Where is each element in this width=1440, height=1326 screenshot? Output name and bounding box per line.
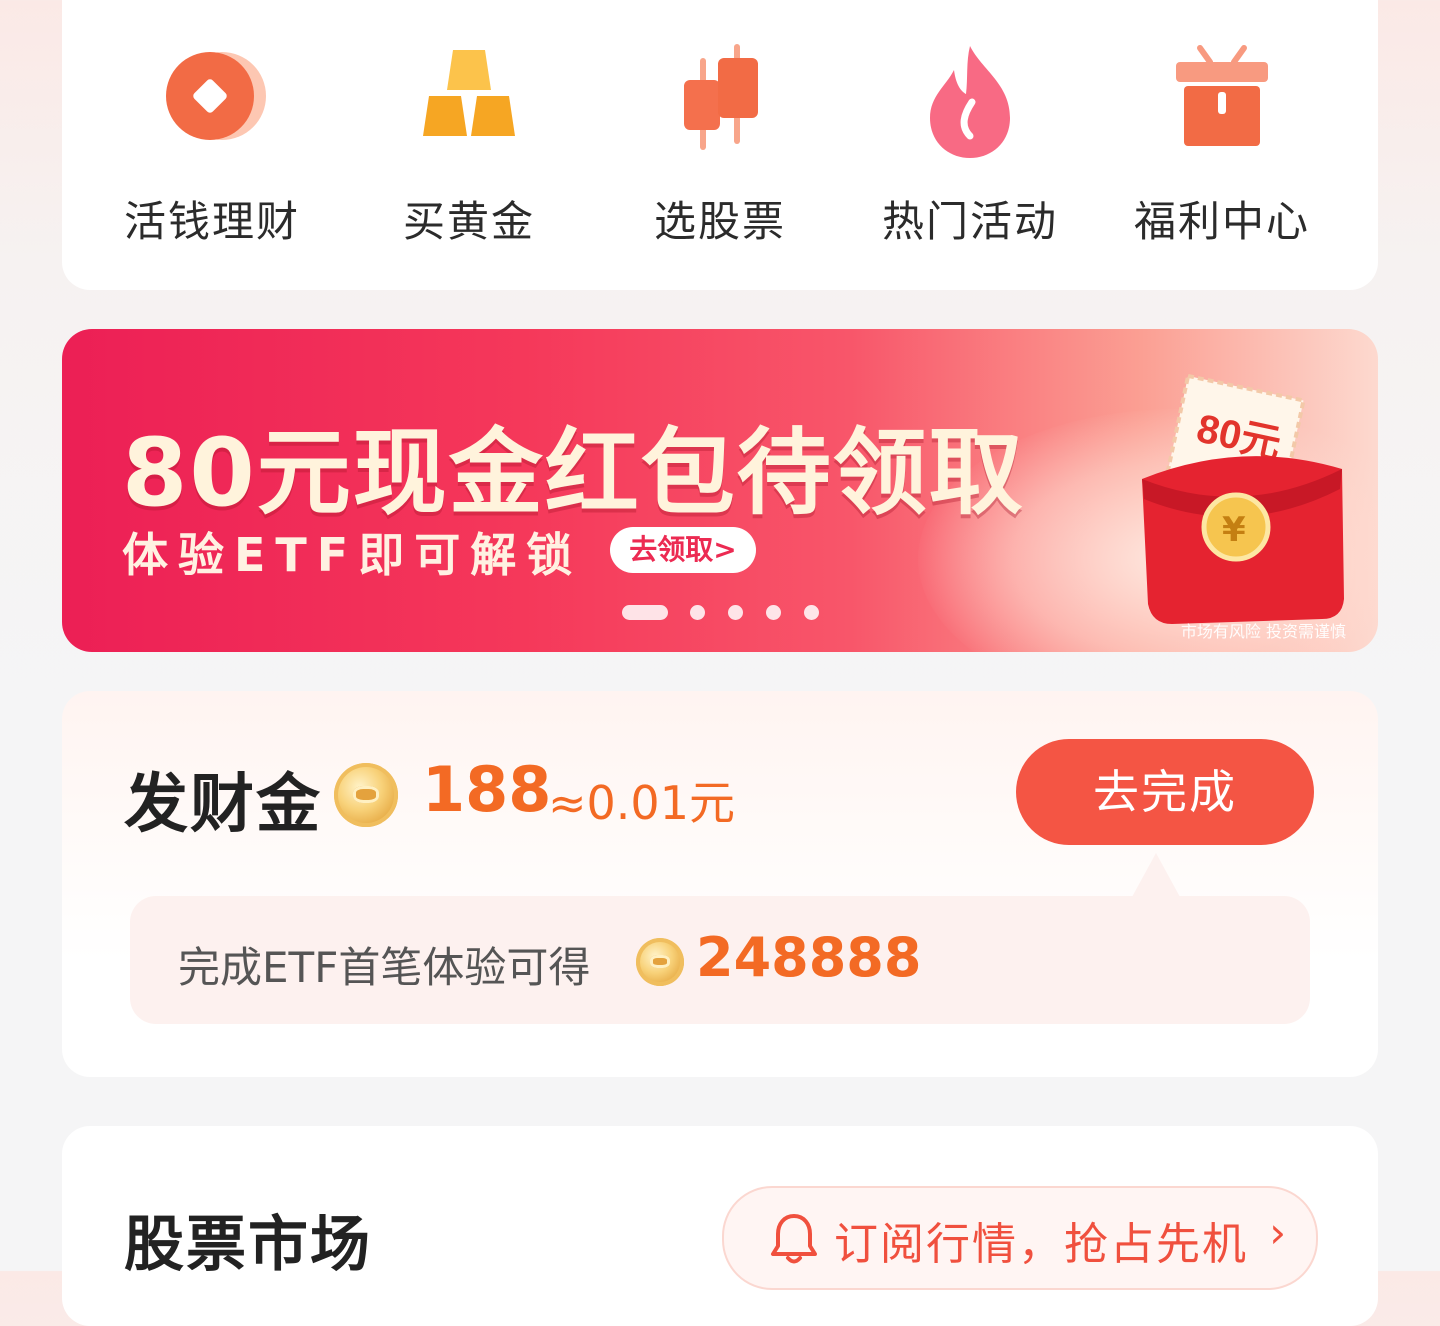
risk-disclaimer: 市场有风险 投资需谨慎: [1180, 622, 1346, 641]
nav-item-hot-events[interactable]: 热门活动: [850, 40, 1090, 250]
task-tip-text: 完成ETF首笔体验可得: [178, 943, 591, 992]
nav-label: 福利中心: [1133, 197, 1310, 246]
chevron-right-icon: ›: [1269, 1208, 1286, 1257]
banner-claim-button[interactable]: 去领取>: [610, 527, 756, 573]
tooltip-arrow: [1132, 853, 1180, 897]
coin-icon: [152, 40, 272, 160]
flame-icon: [910, 40, 1030, 160]
gold-bars-icon: [409, 40, 529, 160]
promo-banner[interactable]: 80元现金红包待领取 体验ETF即可解锁 去领取> 80元 ¥ 市场有风险 投资…: [62, 329, 1378, 652]
fortune-title: 发财金: [124, 768, 322, 842]
task-reward-amount: 248888: [696, 926, 922, 989]
quick-nav-card: 活钱理财 买黄金 选股票 热门活动 福利中心: [62, 0, 1378, 290]
nav-item-wealth[interactable]: 活钱理财: [92, 40, 332, 250]
nav-item-stocks[interactable]: 选股票: [600, 40, 840, 250]
stock-market-card: 股票市场 订阅行情，抢占先机 ›: [62, 1126, 1378, 1326]
section-title: 股票市场: [124, 1210, 372, 1280]
gift-icon: [1162, 40, 1282, 160]
pagination-dot-active[interactable]: [622, 605, 668, 620]
nav-label: 选股票: [653, 197, 786, 246]
fortune-approx-value: ≈0.01元: [548, 776, 735, 830]
pagination-dot[interactable]: [690, 605, 705, 620]
bell-icon: [770, 1212, 818, 1266]
nav-label: 热门活动: [881, 197, 1058, 246]
banner-subtitle: 体验ETF即可解锁: [122, 528, 583, 582]
pagination-dot[interactable]: [766, 605, 781, 620]
gold-coin-icon: [334, 763, 398, 827]
subscribe-quotes-button[interactable]: 订阅行情，抢占先机 ›: [722, 1186, 1318, 1290]
nav-item-welfare[interactable]: 福利中心: [1102, 40, 1342, 250]
pagination-dot[interactable]: [728, 605, 743, 620]
nav-item-gold[interactable]: 买黄金: [349, 40, 589, 250]
fortune-amount: 188: [422, 753, 552, 826]
gold-coin-icon: [636, 938, 684, 986]
fortune-card: 发财金 188 ≈0.01元 去完成 完成ETF首笔体验可得 248888: [62, 691, 1378, 1077]
pagination-dot[interactable]: [804, 605, 819, 620]
candlestick-icon: [660, 40, 780, 160]
nav-label: 活钱理财: [123, 197, 300, 246]
subscribe-label: 订阅行情，抢占先机: [834, 1219, 1248, 1270]
complete-task-button[interactable]: 去完成: [1016, 739, 1314, 845]
banner-title: 80元现金红包待领取: [122, 419, 1025, 528]
svg-text:¥: ¥: [1222, 510, 1246, 550]
nav-label: 买黄金: [402, 197, 535, 246]
red-envelope-icon: 80元 ¥: [1112, 369, 1372, 639]
task-tip: 完成ETF首笔体验可得 248888: [130, 896, 1310, 1024]
